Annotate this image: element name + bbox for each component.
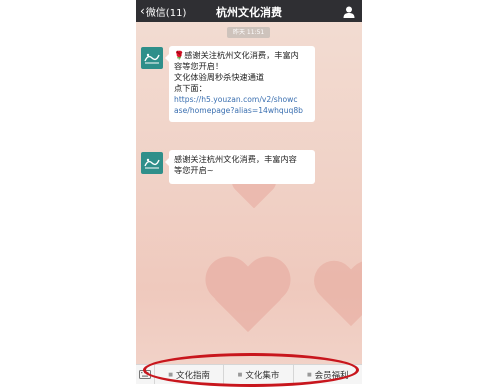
message-line: 等您开启~ bbox=[174, 165, 214, 175]
back-button[interactable]: ‹ 微信(11) bbox=[140, 3, 186, 19]
message-link[interactable]: ase/homepage?alias=14whquq8b bbox=[174, 105, 310, 116]
message-line: 容等您开启！ bbox=[174, 61, 224, 71]
hangzhou-logo-icon bbox=[144, 158, 160, 169]
message-line: 文化体验周秒杀快速通道 bbox=[174, 72, 265, 82]
menu-bullet-icon: ■ bbox=[168, 371, 174, 378]
menu-item-label: 文化指南 bbox=[176, 370, 211, 381]
menu-item-label: 会员福利 bbox=[314, 370, 349, 381]
custom-menu-bar: ■ 文化指南 ■ 文化集市 ■ 会员福利 bbox=[136, 364, 362, 384]
menu-item-member-benefits[interactable]: ■ 会员福利 bbox=[294, 365, 362, 384]
menu-item-label: 文化集市 bbox=[245, 370, 280, 381]
message-bubble: 感谢关注杭州文化消费，丰富内容 等您开启~ bbox=[165, 150, 315, 184]
chevron-left-icon: ‹ bbox=[140, 4, 145, 18]
profile-button[interactable] bbox=[342, 4, 356, 18]
message-line: 感谢关注杭州文化消费，丰富内容 bbox=[174, 154, 297, 164]
back-label: 微信(11) bbox=[145, 7, 187, 19]
person-icon bbox=[343, 6, 355, 18]
keyboard-toggle-button[interactable] bbox=[136, 365, 155, 384]
menu-bullet-icon: ■ bbox=[306, 371, 312, 378]
message-line: 🌹感谢关注杭州文化消费，丰富内 bbox=[174, 50, 299, 60]
official-account-avatar[interactable] bbox=[141, 152, 163, 174]
message-bubble: 🌹感谢关注杭州文化消费，丰富内 容等您开启！ 文化体验周秒杀快速通道 点下面： … bbox=[165, 46, 315, 122]
message-link[interactable]: https://h5.youzan.com/v2/showc bbox=[174, 94, 310, 105]
message-line: 点下面： bbox=[174, 83, 207, 93]
menu-bullet-icon: ■ bbox=[237, 371, 243, 378]
hangzhou-logo-icon bbox=[144, 53, 160, 64]
keyboard-icon bbox=[139, 370, 151, 379]
navigation-bar: ‹ 微信(11) 杭州文化消费 bbox=[136, 0, 362, 22]
timestamp-badge: 昨天 11:51 bbox=[227, 27, 271, 38]
official-account-avatar[interactable] bbox=[141, 47, 163, 69]
menu-item-culture-guide[interactable]: ■ 文化指南 bbox=[155, 365, 225, 384]
phone-screen: ‹ 微信(11) 杭州文化消费 昨天 11:51 🌹感谢关注杭州文化消费，丰富内… bbox=[136, 0, 362, 384]
menu-item-culture-market[interactable]: ■ 文化集市 bbox=[224, 365, 294, 384]
